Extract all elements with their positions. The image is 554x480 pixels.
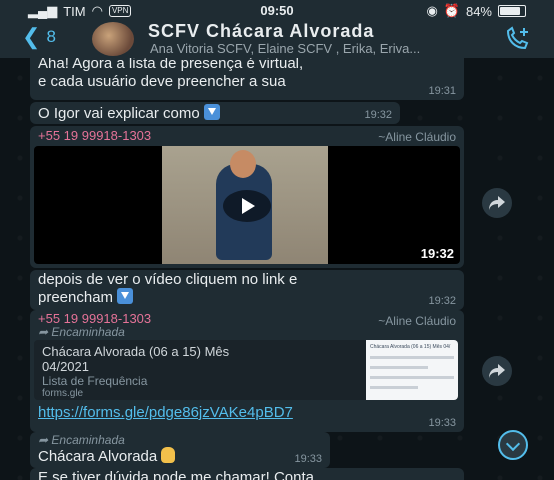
pointing-hand-icon xyxy=(161,447,176,463)
message-time: 19:32 xyxy=(428,295,456,307)
link-preview-thumbnail: Chácara Alvorada (06 a 15) Mês 04/ xyxy=(366,340,458,400)
message-time: 19:32 xyxy=(364,109,392,121)
message-bubble[interactable]: Aha! Agora a lista de presença é virtual… xyxy=(30,58,464,100)
scroll-down-button[interactable] xyxy=(498,430,528,460)
thumbnail-line xyxy=(370,386,418,389)
message-bubble[interactable]: E se tiver dúvida pode me chamar! Conta xyxy=(30,468,464,480)
link-preview-domain: forms.gle xyxy=(42,388,84,399)
down-arrow-icon xyxy=(117,288,134,304)
location-icon: ◉ xyxy=(426,3,438,18)
forwarded-label: ➦ Encaminhada xyxy=(38,325,125,339)
share-icon xyxy=(489,196,505,210)
link-preview[interactable]: Chácara Alvorada (06 a 15) Mês 04/2021 L… xyxy=(34,340,458,400)
message-text-line: depois de ver o vídeo cliquem no link e xyxy=(38,271,298,288)
message-text-content: Chácara Alvorada xyxy=(38,448,158,465)
chat-header: ❮ 8 SCFV Chácara Alvorada Ana Vitoria SC… xyxy=(0,20,554,58)
battery-icon xyxy=(498,5,526,17)
sender-name: ~Aline Cláudio xyxy=(378,314,456,328)
down-arrow-icon xyxy=(203,104,220,120)
message-text: E se tiver dúvida pode me chamar! Conta xyxy=(38,469,314,480)
sender-phone[interactable]: +55 19 99918-1303 xyxy=(38,128,151,143)
form-link[interactable]: https://forms.gle/pdge86jzVAKe4pBD7 xyxy=(38,404,293,421)
chevron-left-icon: ❮ xyxy=(22,24,41,49)
alarm-icon: ⏰ xyxy=(443,3,460,18)
video-person-head xyxy=(230,150,256,178)
thumbnail-line xyxy=(370,366,428,369)
sender-phone[interactable]: +55 19 99918-1303 xyxy=(38,311,151,326)
thumbnail-line xyxy=(370,376,454,379)
message-text-line: e cada usuário deve preencher a sua xyxy=(38,73,286,90)
message-bubble[interactable]: ➦ Encaminhada Chácara Alvorada 19:33 xyxy=(30,432,330,468)
group-call-button[interactable] xyxy=(504,26,532,52)
message-text-content: O Igor vai explicar como xyxy=(38,105,200,122)
group-avatar[interactable] xyxy=(92,22,134,56)
message-text: Chácara Alvorada xyxy=(38,447,176,466)
link-preview-title: Chácara Alvorada (06 a 15) Mês 04/2021 xyxy=(42,344,362,374)
forwarded-text: Encaminhada xyxy=(51,325,125,339)
chat-members[interactable]: Ana Vitoria SCFV, Elaine SCFV , Erika, E… xyxy=(150,41,420,56)
forwarded-label: ➦ Encaminhada xyxy=(38,433,125,447)
forward-button[interactable] xyxy=(482,356,512,386)
back-button[interactable]: ❮ 8 xyxy=(22,24,56,50)
forward-button[interactable] xyxy=(482,188,512,218)
battery-fill xyxy=(500,7,520,15)
message-text-content: preencham xyxy=(38,289,114,306)
message-time: 19:33 xyxy=(294,453,322,465)
message-time: 19:31 xyxy=(428,85,456,97)
video-player[interactable]: 19:32 xyxy=(34,146,460,264)
status-bar: ▂▄▆ TIM ◠ VPN 09:50 ◉ ⏰ 84% xyxy=(0,0,554,20)
message-bubble[interactable]: depois de ver o vídeo cliquem no link e … xyxy=(30,270,464,310)
status-right: ◉ ⏰ 84% xyxy=(426,3,526,19)
message-text: O Igor vai explicar como xyxy=(38,104,220,123)
thumbnail-line xyxy=(370,356,454,359)
share-icon xyxy=(489,364,505,378)
chat-title[interactable]: SCFV Chácara Alvorada xyxy=(148,21,374,42)
forward-arrow-icon: ➦ xyxy=(38,325,49,339)
forwarded-text: Encaminhada xyxy=(51,433,125,447)
phone-add-icon xyxy=(506,26,529,50)
thumbnail-text: Chácara Alvorada (06 a 15) Mês 04/ xyxy=(370,344,451,350)
link-preview-description: Lista de Frequência xyxy=(42,374,148,388)
message-bubble[interactable]: O Igor vai explicar como 19:32 xyxy=(30,102,400,124)
message-text-line: Aha! Agora a lista de presença é virtual… xyxy=(38,58,304,72)
forward-arrow-icon: ➦ xyxy=(38,433,49,447)
video-time: 19:32 xyxy=(420,246,454,261)
play-icon[interactable] xyxy=(223,190,271,222)
link-preview-title-line: Chácara Alvorada (06 a 15) Mês xyxy=(42,344,230,359)
message-time: 19:33 xyxy=(428,417,456,429)
sender-name: ~Aline Cláudio xyxy=(378,130,456,144)
video-message-bubble[interactable]: +55 19 99918-1303 ~Aline Cláudio 19:32 xyxy=(30,126,464,268)
chat-area[interactable]: Aha! Agora a lista de presença é virtual… xyxy=(0,58,554,480)
message-text-line: preencham xyxy=(38,288,134,307)
link-preview-title-line: 04/2021 xyxy=(42,359,89,374)
link-message-bubble[interactable]: +55 19 99918-1303 ~Aline Cláudio ➦ Encam… xyxy=(30,310,464,432)
battery-percent: 84% xyxy=(465,3,492,19)
unread-count: 8 xyxy=(46,27,56,46)
